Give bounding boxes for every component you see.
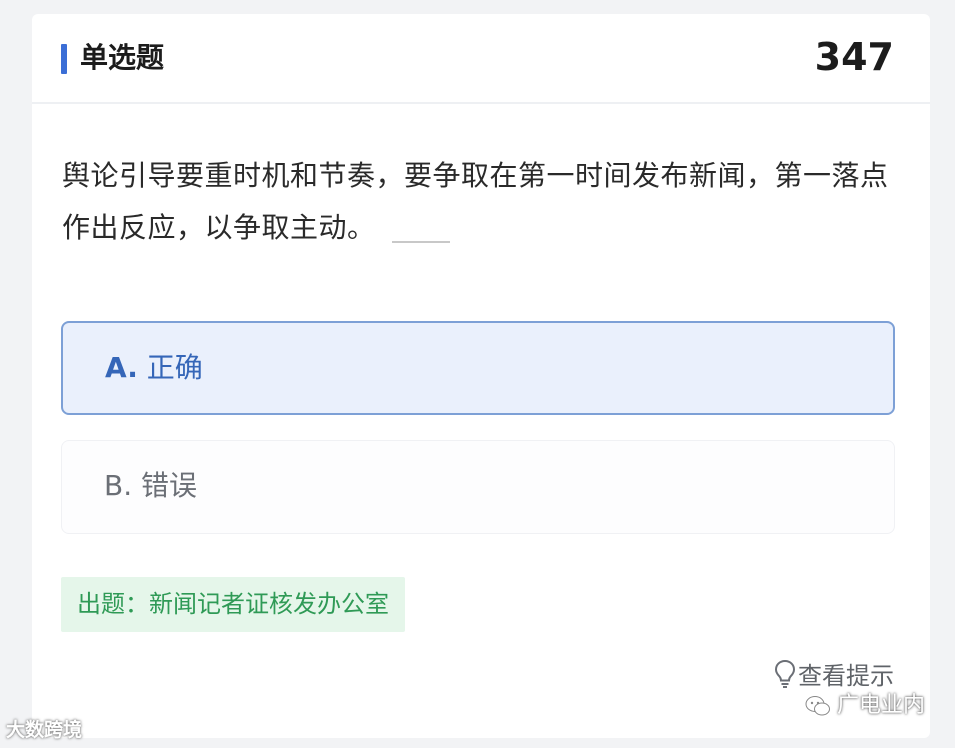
watermark-left: 大数跨境: [6, 716, 82, 744]
option-b-label: 错误: [141, 469, 198, 502]
question-card: 单选题 347 舆论引导要重时机和节奏，要争取在第一时间发布新闻，第一落点作出反…: [32, 14, 930, 738]
option-a-content: A. 正确: [105, 323, 203, 413]
question-text-block: 舆论引导要重时机和节奏，要争取在第一时间发布新闻，第一落点作出反应，以争取主动。: [62, 150, 907, 254]
option-a[interactable]: A. 正确: [61, 321, 895, 415]
question-number: 347: [814, 35, 894, 79]
watermark-left-text: 大数跨境: [6, 719, 83, 741]
question-source-badge: 出题：新闻记者证核发办公室: [61, 577, 405, 632]
option-b-letter: B.: [104, 469, 133, 502]
card-header: 单选题 347: [32, 14, 930, 104]
watermark-right: 广电业内: [805, 690, 925, 722]
question-text: 舆论引导要重时机和节奏，要争取在第一时间发布新闻，第一落点作出反应，以争取主动。: [62, 159, 889, 244]
header-accent-bar: [61, 44, 67, 74]
lightbulb-icon: [774, 659, 796, 688]
wechat-icon: [805, 696, 830, 716]
question-type-title: 单选题: [80, 41, 165, 74]
view-hint-button[interactable]: 查看提示: [774, 659, 894, 693]
view-hint-label: 查看提示: [798, 662, 894, 690]
option-b[interactable]: B. 错误: [61, 440, 895, 534]
option-a-letter: A.: [105, 351, 138, 384]
option-a-label: 正确: [146, 351, 203, 384]
answer-blank: [391, 241, 450, 243]
watermark-right-text: 广电业内: [836, 693, 925, 718]
option-b-content: B. 错误: [104, 441, 197, 531]
